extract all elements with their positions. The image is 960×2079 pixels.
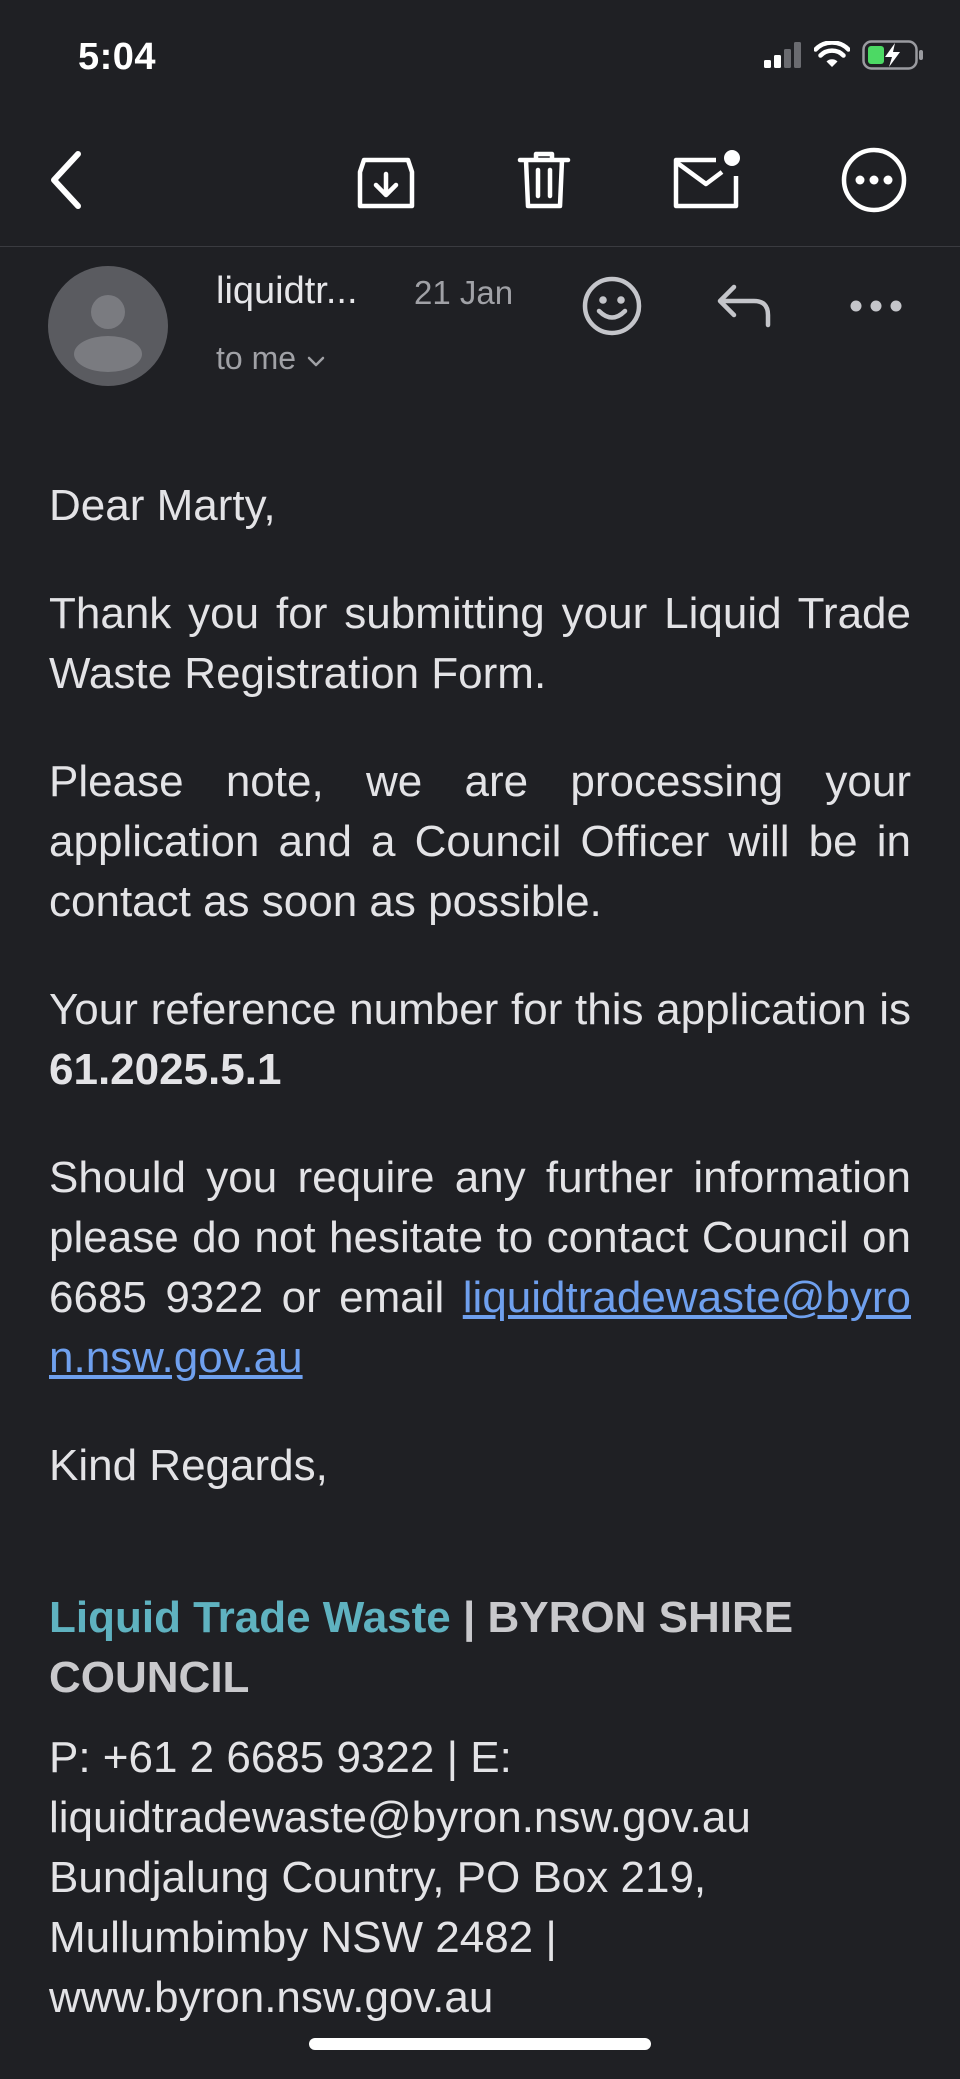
chevron-down-icon (306, 340, 326, 377)
home-indicator[interactable] (309, 2038, 651, 2050)
signature-separator: | (450, 1593, 488, 1642)
status-time: 5:04 (78, 36, 157, 78)
reference-text: Your reference number for this applicati… (49, 985, 911, 1034)
wifi-icon (813, 40, 851, 74)
back-button[interactable] (26, 142, 106, 222)
reply-arrow-icon (714, 281, 774, 336)
signature-block: Liquid Trade Waste | BYRON SHIRE COUNCIL… (49, 1588, 911, 2028)
avatar[interactable] (48, 266, 168, 386)
signature-phone-line: P: +61 2 6685 9322 | E: (49, 1733, 512, 1782)
mark-unread-icon (670, 148, 742, 217)
message-header: liquidtr... 21 Jan to me (0, 248, 960, 418)
status-bar: 5:04 (0, 0, 960, 118)
trash-icon (512, 148, 576, 217)
react-button[interactable] (572, 268, 652, 348)
back-arrow-icon (44, 148, 88, 217)
reply-button[interactable] (704, 268, 784, 348)
message-more-button[interactable] (836, 268, 916, 348)
mark-unread-button[interactable] (666, 142, 746, 222)
battery-charging-icon (862, 40, 924, 75)
status-icons (764, 40, 924, 75)
message-body: Dear Marty, Thank you for submitting you… (49, 476, 911, 2028)
greeting: Dear Marty, (49, 481, 276, 530)
signature-title: Liquid Trade Waste | BYRON SHIRE COUNCIL (49, 1588, 911, 1708)
message-date: 21 Jan (414, 274, 514, 311)
signature-email: liquidtradewaste@byron.nsw.gov.au (49, 1793, 751, 1842)
delete-button[interactable] (504, 142, 584, 222)
smiley-icon (580, 274, 644, 343)
reference-number: 61.2025.5.1 (49, 1045, 282, 1094)
recipient-toggle[interactable]: to me (216, 340, 326, 377)
more-circle-icon (839, 145, 909, 220)
message-toolbar (0, 118, 960, 247)
more-options-button[interactable] (834, 142, 914, 222)
signature-address: Bundjalung Country, PO Box 219, (49, 1853, 707, 1902)
signature-postcode: Mullumbimby NSW 2482 | (49, 1913, 557, 1962)
archive-icon (354, 148, 418, 217)
paragraph-contact: Should you require any further informati… (49, 1148, 911, 1388)
default-person-icon (74, 295, 142, 372)
archive-button[interactable] (346, 142, 426, 222)
ellipsis-icon (849, 299, 903, 318)
recipient-label: to me (216, 340, 297, 376)
paragraph-reference: Your reference number for this applicati… (49, 980, 911, 1100)
paragraph-thanks: Thank you for submitting your Liquid Tra… (49, 589, 911, 698)
signature-team: Liquid Trade Waste (49, 1593, 451, 1642)
paragraph-processing: Please note, we are processing your appl… (49, 757, 911, 926)
cellular-signal-icon (764, 42, 802, 73)
signature-website: www.byron.nsw.gov.au (49, 1973, 494, 2022)
sender-name[interactable]: liquidtr... (216, 270, 358, 313)
closing: Kind Regards, (49, 1441, 328, 1490)
